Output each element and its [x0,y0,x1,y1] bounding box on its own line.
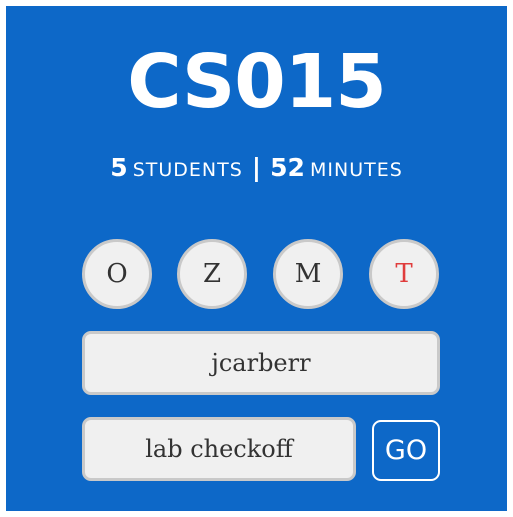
action-button-t[interactable]: T [369,239,439,309]
minutes-label: MINUTES [310,159,403,181]
login-input[interactable] [82,331,440,395]
go-button[interactable]: GO [372,420,440,481]
action-button-m[interactable]: M [273,239,343,309]
queue-stats: 5 STUDENTS | 52 MINUTES [6,152,507,187]
reason-input[interactable] [82,417,356,481]
students-label: STUDENTS [132,159,243,181]
stats-separator: | [251,153,262,182]
action-button-o[interactable]: O [82,239,152,309]
queue-card: CS015 5 STUDENTS | 52 MINUTES O Z M T GO [6,6,507,511]
minutes-count: 52 [270,153,305,182]
course-title: CS015 [127,39,386,125]
students-count: 5 [110,153,128,182]
action-button-z[interactable]: Z [177,239,247,309]
